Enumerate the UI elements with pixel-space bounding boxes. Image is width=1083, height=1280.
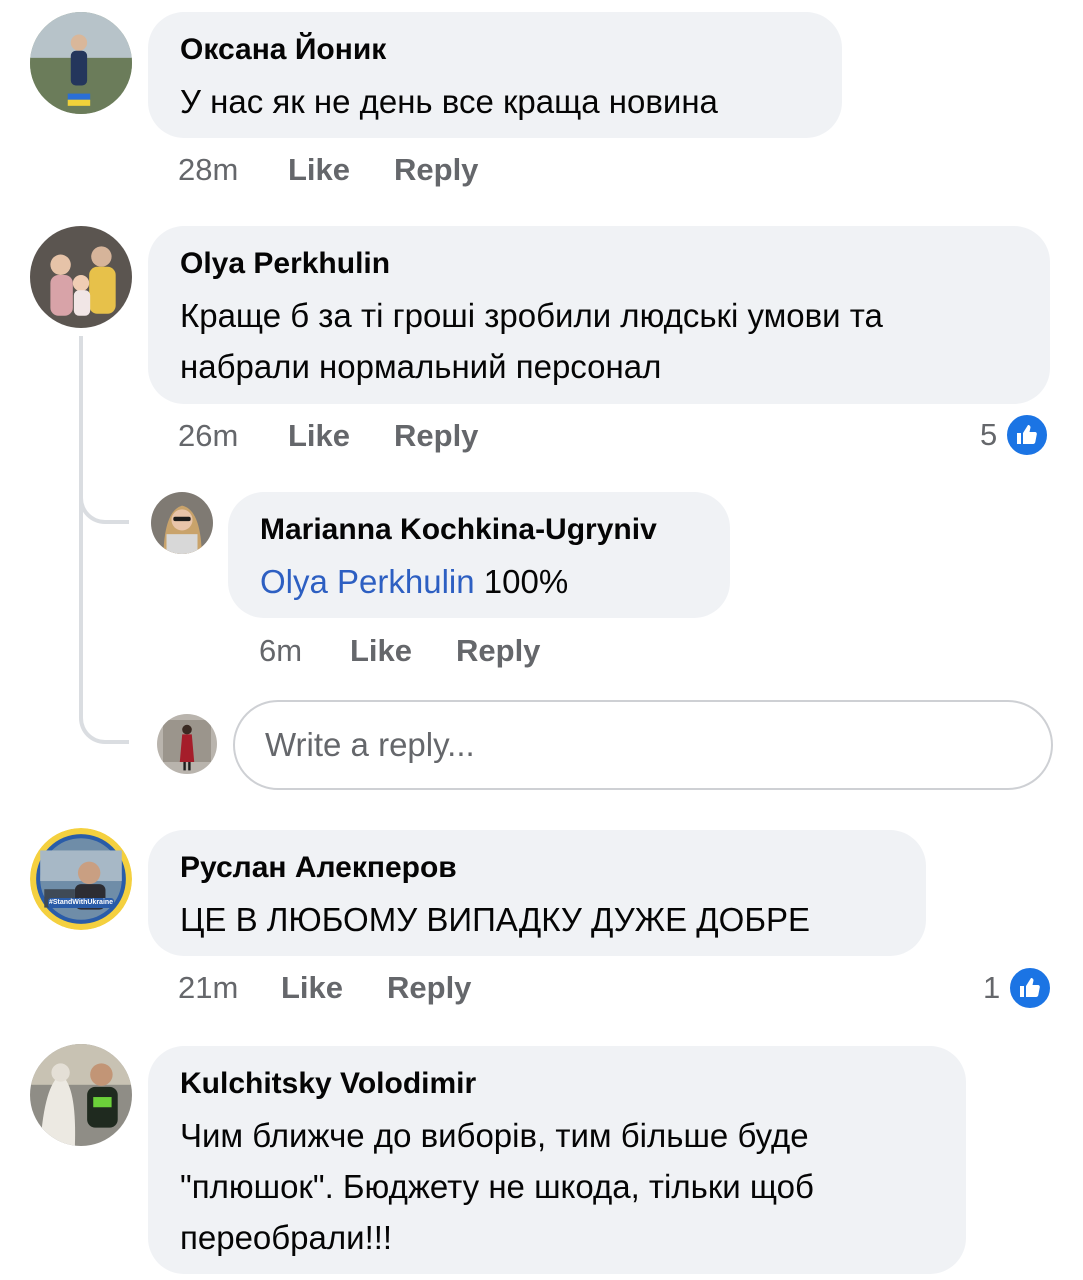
comment-bubble: Оксана Йоник У нас як не день все краща … bbox=[148, 12, 842, 138]
reply-author[interactable]: Marianna Kochkina-Ugryniv bbox=[260, 512, 698, 548]
avatar-olya[interactable] bbox=[30, 226, 132, 328]
avatar-image bbox=[30, 828, 132, 930]
avatar-current-user bbox=[157, 714, 217, 774]
comment-text-line: переобрали!!! bbox=[180, 1219, 393, 1256]
comment-author[interactable]: Olya Perkhulin bbox=[180, 246, 1018, 282]
reaction-count: 5 bbox=[980, 417, 998, 452]
comment-time[interactable]: 21m bbox=[178, 968, 281, 1008]
avatar-image bbox=[151, 492, 213, 554]
avatar-oksana[interactable] bbox=[30, 12, 132, 114]
avatar-badge: #StandWithUkraine bbox=[48, 898, 114, 908]
comment-text-line: набрали нормальний персонал bbox=[180, 348, 662, 385]
reply-button[interactable]: Reply bbox=[456, 631, 540, 671]
comment-author[interactable]: Оксана Йоник bbox=[180, 32, 810, 68]
comment-text: Чим ближче до виборів, тим більше буде bbox=[180, 1117, 809, 1154]
reply-input-placeholder: Write a reply... bbox=[265, 726, 475, 763]
avatar-image bbox=[30, 226, 132, 328]
mention-link[interactable]: Olya Perkhulin bbox=[260, 563, 475, 600]
avatar-marianna[interactable] bbox=[151, 492, 213, 554]
reply-actions: 6m Like Reply bbox=[259, 631, 540, 671]
reply-input[interactable]: Write a reply... bbox=[233, 700, 1053, 790]
like-thumb-icon bbox=[1005, 413, 1050, 457]
thread-branch bbox=[79, 510, 129, 744]
like-button[interactable]: Like bbox=[288, 416, 394, 456]
comment-text: Краще б за ті гроші зробили людські умов… bbox=[180, 297, 883, 334]
reply-text-body: 100% bbox=[474, 563, 569, 600]
reply-button[interactable]: Reply bbox=[387, 968, 471, 1008]
reply-time[interactable]: 6m bbox=[259, 631, 350, 671]
comment-actions: 26m Like Reply bbox=[178, 416, 478, 456]
comment-actions: 21m Like Reply bbox=[178, 968, 471, 1008]
comment-bubble: Kulchitsky Volodimir Чим ближче до вибор… bbox=[148, 1046, 966, 1274]
like-button[interactable]: Like bbox=[281, 968, 387, 1008]
comment-text-line: "плюшок". Бюджету не шкода, тільки щоб bbox=[180, 1168, 814, 1205]
avatar-ruslan[interactable]: #StandWithUkraine bbox=[30, 828, 132, 930]
avatar-image bbox=[157, 714, 217, 774]
reply-button[interactable]: Reply bbox=[394, 150, 478, 190]
avatar-image bbox=[30, 12, 132, 114]
reaction-summary[interactable]: 5 bbox=[980, 413, 1050, 457]
reaction-count: 1 bbox=[983, 970, 1001, 1005]
avatar-image bbox=[30, 1044, 132, 1146]
comment-author[interactable]: Руслан Алекперов bbox=[180, 850, 894, 886]
like-button[interactable]: Like bbox=[350, 631, 456, 671]
comment-actions: 28m Like Reply bbox=[178, 150, 478, 190]
comment-text: ЦЕ В ЛЮБОМУ ВИПАДКУ ДУЖЕ ДОБРЕ bbox=[180, 901, 810, 938]
reply-button[interactable]: Reply bbox=[394, 416, 478, 456]
reply-bubble: Marianna Kochkina-Ugryniv Olya Perkhulin… bbox=[228, 492, 730, 618]
like-thumb-icon bbox=[1008, 966, 1053, 1010]
reply-text: Olya Perkhulin 100% bbox=[260, 556, 698, 607]
comment-author[interactable]: Kulchitsky Volodimir bbox=[180, 1066, 934, 1102]
comment-bubble: Руслан Алекперов ЦЕ В ЛЮБОМУ ВИПАДКУ ДУЖ… bbox=[148, 830, 926, 956]
reaction-summary[interactable]: 1 bbox=[983, 966, 1053, 1010]
comment-time[interactable]: 26m bbox=[178, 416, 288, 456]
comment-text: У нас як не день все краща новина bbox=[180, 83, 718, 120]
comment-time[interactable]: 28m bbox=[178, 150, 288, 190]
comment-bubble: Olya Perkhulin Краще б за ті гроші зроби… bbox=[148, 226, 1050, 404]
avatar-kulchitsky[interactable] bbox=[30, 1044, 132, 1146]
like-button[interactable]: Like bbox=[288, 150, 394, 190]
